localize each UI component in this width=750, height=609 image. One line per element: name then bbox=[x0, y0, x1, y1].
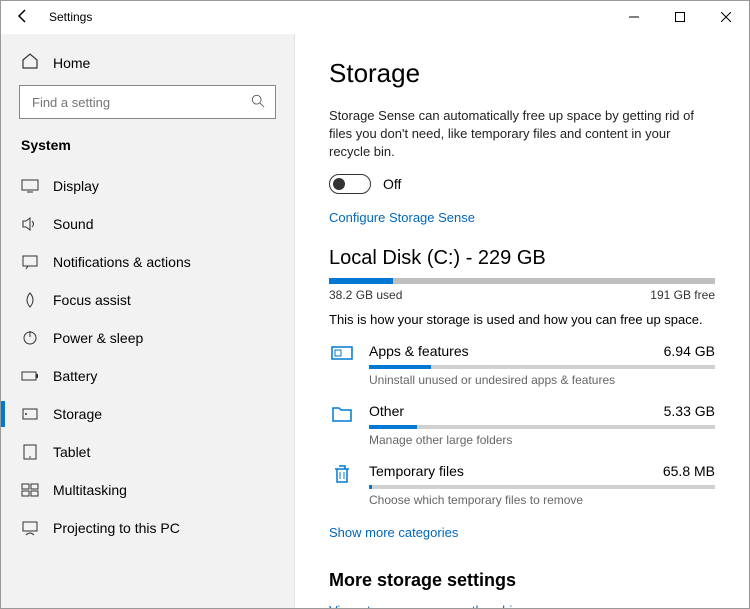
sidebar-nav: Display Sound Notifications & actions Fo… bbox=[1, 161, 294, 547]
disk-explain: This is how your storage is used and how… bbox=[329, 312, 715, 327]
sidebar-item-projecting[interactable]: Projecting to this PC bbox=[1, 509, 294, 547]
sidebar-item-label: Storage bbox=[53, 406, 102, 422]
category-sub: Manage other large folders bbox=[369, 433, 715, 447]
category-temporary-files[interactable]: Temporary files 65.8 MB Choose which temp… bbox=[329, 463, 715, 507]
notifications-icon bbox=[21, 253, 39, 271]
sidebar-item-label: Sound bbox=[53, 216, 93, 232]
projecting-icon bbox=[21, 519, 39, 537]
storage-sense-toggle[interactable] bbox=[329, 174, 371, 194]
search-icon bbox=[251, 94, 265, 111]
category-name: Apps & features bbox=[369, 343, 469, 359]
disk-title: Local Disk (C:) - 229 GB bbox=[329, 247, 715, 270]
sidebar-item-storage[interactable]: Storage bbox=[1, 395, 294, 433]
category-size: 6.94 GB bbox=[664, 343, 715, 359]
sidebar-home[interactable]: Home bbox=[1, 44, 294, 85]
disk-free-label: 191 GB free bbox=[650, 288, 715, 302]
more-storage-settings-heading: More storage settings bbox=[329, 570, 715, 591]
disk-usage-bar bbox=[329, 278, 715, 284]
window-title: Settings bbox=[49, 10, 92, 24]
close-button[interactable] bbox=[703, 1, 749, 33]
home-icon bbox=[21, 52, 39, 73]
trash-icon bbox=[329, 463, 355, 489]
multitasking-icon bbox=[21, 481, 39, 499]
sidebar-item-label: Projecting to this PC bbox=[53, 520, 180, 536]
maximize-button[interactable] bbox=[657, 1, 703, 33]
apps-features-icon bbox=[329, 343, 355, 369]
show-more-categories-link[interactable]: Show more categories bbox=[329, 525, 458, 540]
sidebar-item-label: Notifications & actions bbox=[53, 254, 191, 270]
minimize-button[interactable] bbox=[611, 1, 657, 33]
battery-icon bbox=[21, 367, 39, 385]
folder-icon bbox=[329, 403, 355, 429]
disk-used-label: 38.2 GB used bbox=[329, 288, 402, 302]
settings-window: Settings Home System bbox=[0, 0, 750, 609]
back-button[interactable] bbox=[15, 8, 31, 27]
sidebar-item-label: Power & sleep bbox=[53, 330, 143, 346]
category-sub: Choose which temporary files to remove bbox=[369, 493, 715, 507]
sidebar-item-sound[interactable]: Sound bbox=[1, 205, 294, 243]
toggle-label: Off bbox=[383, 176, 401, 192]
sidebar-item-label: Tablet bbox=[53, 444, 90, 460]
sidebar-group-label: System bbox=[1, 133, 294, 161]
sidebar-item-label: Focus assist bbox=[53, 292, 131, 308]
category-apps-features[interactable]: Apps & features 6.94 GB Uninstall unused … bbox=[329, 343, 715, 387]
page-title: Storage bbox=[329, 58, 715, 89]
sidebar: Home System Display Sound bbox=[1, 34, 295, 608]
category-size: 65.8 MB bbox=[663, 463, 715, 479]
sidebar-item-notifications[interactable]: Notifications & actions bbox=[1, 243, 294, 281]
titlebar: Settings bbox=[1, 1, 749, 34]
storage-icon bbox=[21, 405, 39, 423]
sound-icon bbox=[21, 215, 39, 233]
sidebar-item-label: Display bbox=[53, 178, 99, 194]
display-icon bbox=[21, 177, 39, 195]
category-other[interactable]: Other 5.33 GB Manage other large folders bbox=[329, 403, 715, 447]
power-icon bbox=[21, 329, 39, 347]
sidebar-item-label: Multitasking bbox=[53, 482, 127, 498]
storage-sense-description: Storage Sense can automatically free up … bbox=[329, 107, 715, 162]
search-input-wrap[interactable] bbox=[19, 85, 276, 119]
search-input[interactable] bbox=[30, 94, 251, 111]
window-controls bbox=[611, 1, 749, 33]
category-sub: Uninstall unused or undesired apps & fea… bbox=[369, 373, 715, 387]
home-label: Home bbox=[53, 55, 90, 71]
sidebar-item-display[interactable]: Display bbox=[1, 167, 294, 205]
focus-assist-icon bbox=[21, 291, 39, 309]
configure-storage-sense-link[interactable]: Configure Storage Sense bbox=[329, 210, 475, 225]
sidebar-item-tablet[interactable]: Tablet bbox=[1, 433, 294, 471]
sidebar-item-battery[interactable]: Battery bbox=[1, 357, 294, 395]
sidebar-item-label: Battery bbox=[53, 368, 97, 384]
category-name: Temporary files bbox=[369, 463, 464, 479]
category-name: Other bbox=[369, 403, 404, 419]
tablet-icon bbox=[21, 443, 39, 461]
sidebar-item-power-sleep[interactable]: Power & sleep bbox=[1, 319, 294, 357]
category-size: 5.33 GB bbox=[664, 403, 715, 419]
view-other-drives-link[interactable]: View storage usage on other drives bbox=[329, 603, 533, 608]
sidebar-item-multitasking[interactable]: Multitasking bbox=[1, 471, 294, 509]
sidebar-item-focus-assist[interactable]: Focus assist bbox=[1, 281, 294, 319]
main-content: Storage Storage Sense can automatically … bbox=[295, 34, 749, 608]
